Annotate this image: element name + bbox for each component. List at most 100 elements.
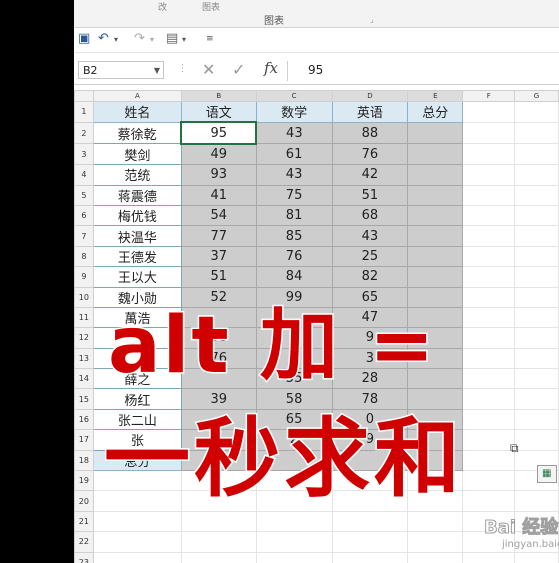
score-cell[interactable]: 42: [331, 164, 409, 186]
name-cell[interactable]: 樊剑: [92, 143, 182, 166]
cell[interactable]: [255, 551, 333, 563]
cell[interactable]: [462, 164, 516, 186]
score-cell[interactable]: 55: [255, 368, 333, 390]
score-cell[interactable]: 2: [255, 429, 333, 451]
cell[interactable]: [255, 470, 333, 492]
enter-icon[interactable]: ✓: [232, 60, 245, 79]
cell[interactable]: [462, 143, 516, 166]
name-cell[interactable]: 梅优钱: [92, 204, 182, 227]
score-cell[interactable]: 9: [331, 429, 409, 451]
score-cell[interactable]: [255, 327, 333, 349]
total-cell[interactable]: [407, 449, 464, 472]
worksheet-grid[interactable]: A B C D E F G 1 姓名 语文 数学 英语 总分 2 蔡徐乾 95 43 88 3 樊剑 49 61 76 4 范统…: [74, 90, 559, 563]
name-cell[interactable]: 王德发: [92, 245, 182, 268]
cell[interactable]: [514, 121, 559, 145]
score-cell[interactable]: 76: [180, 347, 257, 370]
cell[interactable]: [462, 245, 516, 268]
row-header[interactable]: 18: [74, 449, 94, 472]
total-cell[interactable]: [180, 449, 257, 472]
redo-icon[interactable]: ↷: [134, 31, 145, 46]
cell[interactable]: [514, 143, 559, 166]
name-box[interactable]: B2 ▼: [78, 61, 164, 79]
score-cell[interactable]: 65: [331, 286, 409, 308]
row-header[interactable]: 22: [74, 531, 94, 553]
column-header-d[interactable]: D: [331, 90, 409, 102]
save-icon[interactable]: ▣: [78, 31, 90, 46]
column-header-a[interactable]: A: [92, 90, 182, 102]
cell[interactable]: [514, 204, 559, 227]
formula-input[interactable]: 95: [308, 63, 323, 77]
cell[interactable]: [514, 245, 559, 268]
score-cell[interactable]: 81: [255, 204, 333, 227]
score-cell[interactable]: [180, 368, 257, 390]
row-header[interactable]: 13: [74, 347, 94, 370]
row-header[interactable]: 17: [74, 429, 94, 451]
cell[interactable]: [462, 266, 516, 288]
score-cell[interactable]: 93: [180, 164, 257, 186]
score-cell[interactable]: 68: [180, 327, 257, 349]
cell[interactable]: [462, 408, 516, 431]
total-cell[interactable]: [407, 306, 464, 329]
cell[interactable]: [514, 266, 559, 288]
cell[interactable]: [514, 225, 559, 247]
header-cell[interactable]: 数学: [255, 101, 333, 123]
cell[interactable]: [514, 429, 559, 451]
cell[interactable]: [462, 388, 516, 410]
cell[interactable]: [255, 510, 333, 533]
cell[interactable]: [407, 510, 464, 533]
row-header[interactable]: 20: [74, 490, 94, 512]
total-cell[interactable]: [407, 225, 464, 247]
name-cell[interactable]: 蒋震德: [92, 184, 182, 206]
row-header[interactable]: 19: [74, 470, 94, 492]
cell[interactable]: [331, 470, 409, 492]
form-dropdown-icon[interactable]: ▾: [182, 35, 186, 44]
cell[interactable]: [514, 551, 559, 563]
row-header[interactable]: 1: [74, 101, 94, 123]
score-cell[interactable]: 58: [255, 388, 333, 410]
name-cell[interactable]: 袂温华: [92, 225, 182, 247]
cell[interactable]: [462, 101, 516, 123]
insert-function-icon[interactable]: fx: [264, 59, 278, 77]
name-cell[interactable]: 张: [92, 429, 182, 451]
row-header[interactable]: 9: [74, 266, 94, 288]
cell[interactable]: [514, 368, 559, 390]
name-cell[interactable]: 薛之: [92, 368, 182, 390]
score-cell[interactable]: 54: [180, 204, 257, 227]
cell[interactable]: [462, 225, 516, 247]
cell[interactable]: [462, 449, 516, 472]
row-header[interactable]: 7: [74, 225, 94, 247]
cell[interactable]: [462, 306, 516, 329]
cell[interactable]: [180, 490, 257, 512]
header-cell[interactable]: 总分: [407, 101, 464, 123]
score-cell[interactable]: 68: [331, 204, 409, 227]
total-cell[interactable]: [407, 347, 464, 370]
row-header[interactable]: 23: [74, 551, 94, 563]
score-cell[interactable]: 0: [331, 408, 409, 431]
cell[interactable]: [92, 470, 182, 492]
score-cell[interactable]: 43: [331, 225, 409, 247]
total-cell[interactable]: [407, 368, 464, 390]
total-cell[interactable]: [407, 184, 464, 206]
active-cell[interactable]: 95: [180, 121, 258, 145]
dialog-launcher-icon[interactable]: ⌟: [370, 15, 374, 24]
score-cell[interactable]: 37: [180, 245, 257, 268]
score-cell[interactable]: [255, 347, 333, 370]
row-header[interactable]: 21: [74, 510, 94, 533]
cell[interactable]: [407, 490, 464, 512]
header-cell[interactable]: 姓名: [92, 101, 182, 123]
cell[interactable]: [514, 306, 559, 329]
score-cell[interactable]: 47: [331, 306, 409, 329]
score-cell[interactable]: 84: [255, 266, 333, 288]
column-header-c[interactable]: C: [255, 90, 333, 102]
chevron-down-icon[interactable]: ▼: [154, 62, 160, 80]
undo-icon[interactable]: ↶: [98, 31, 109, 46]
name-cell[interactable]: [92, 347, 182, 370]
cell[interactable]: [92, 531, 182, 553]
total-cell[interactable]: [407, 204, 464, 227]
cell[interactable]: [462, 551, 516, 563]
total-cell[interactable]: [407, 286, 464, 308]
cell[interactable]: [180, 510, 257, 533]
name-cell[interactable]: 王以大: [92, 266, 182, 288]
total-cell[interactable]: [407, 143, 464, 166]
cell[interactable]: [462, 327, 516, 349]
